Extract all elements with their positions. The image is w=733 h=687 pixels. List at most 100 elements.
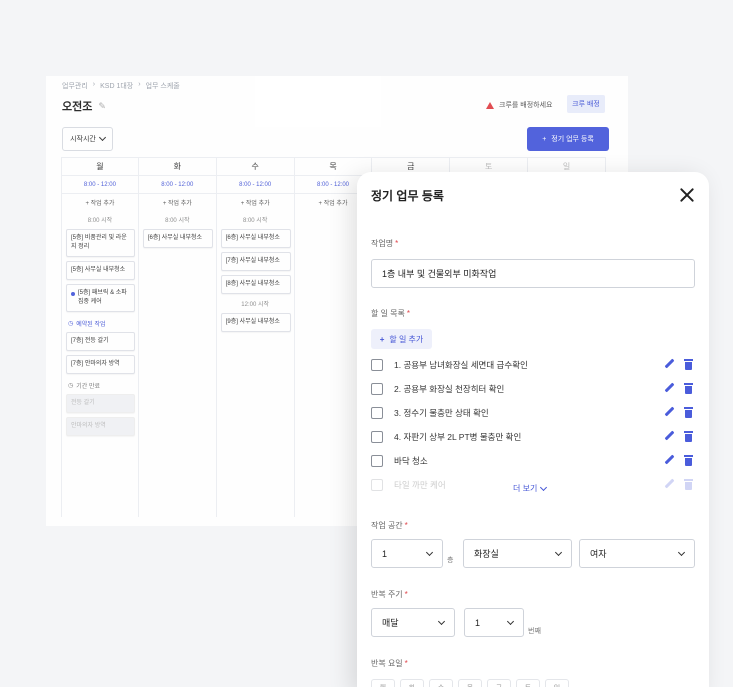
- day-header: 월: [62, 158, 138, 176]
- todo-list-label: 할 일 목록 *: [371, 309, 411, 318]
- repeat-cycle-label: 반복 주기 *: [371, 590, 408, 599]
- todo-checkbox[interactable]: [371, 431, 383, 443]
- time-range[interactable]: 8:00 - 12:00: [138, 176, 216, 194]
- task-card[interactable]: [9층] 사무실 내부청소: [220, 313, 291, 332]
- gender-select[interactable]: 여자: [579, 539, 695, 568]
- repeat-cycle-select[interactable]: 매달: [371, 608, 455, 637]
- edit-icon[interactable]: [663, 407, 674, 418]
- trash-icon[interactable]: [684, 431, 693, 442]
- todo-checkbox[interactable]: [371, 479, 383, 491]
- task-card[interactable]: [5층] 사무실 내부청소: [66, 261, 135, 280]
- day-column-mon: 월 8:00 - 12:00 + 작업 추가 8:00 시작 [5층] 비품관리…: [61, 157, 139, 517]
- breadcrumb-item[interactable]: 업무관리: [62, 81, 88, 91]
- add-todo-label: 할 일 추가: [389, 334, 424, 344]
- edit-icon[interactable]: [663, 383, 674, 394]
- start-time-sublabel: 8:00 시작: [165, 218, 190, 224]
- task-card[interactable]: [7층] 전등 갈기: [66, 332, 135, 351]
- day-chip[interactable]: 금: [487, 679, 511, 687]
- modal-title: 정기 업무 등록: [371, 189, 444, 203]
- expired-task-card[interactable]: 전등 갈기: [66, 394, 135, 413]
- todo-list: 1. 공용부 남녀화장실 세면대 급수확인 2. 공용부 화장실 천장히터 확인…: [371, 353, 699, 497]
- day-chip[interactable]: 토: [516, 679, 540, 687]
- expired-task-card[interactable]: 안마의자 방역: [66, 417, 135, 436]
- close-icon[interactable]: [679, 187, 695, 203]
- floor-unit: 층: [447, 557, 454, 564]
- day-header: 화: [138, 158, 216, 176]
- trash-icon[interactable]: [684, 479, 693, 490]
- day-header: 목: [294, 158, 372, 176]
- plus-icon: +: [379, 334, 385, 344]
- reserved-label-text: 예약된 작업: [76, 322, 106, 328]
- add-task-button[interactable]: + 작업 추가: [139, 194, 216, 214]
- edit-icon[interactable]: [663, 479, 674, 490]
- show-more-label: 더 보기: [513, 484, 538, 493]
- repeat-nth-select[interactable]: 1: [464, 608, 524, 637]
- task-card[interactable]: [7층] 안마의자 방역: [66, 355, 135, 374]
- page-title-text: 오전조: [62, 101, 93, 113]
- start-time-sublabel: 8:00 시작: [87, 218, 113, 224]
- page-title: 오전조 ✎: [62, 98, 106, 114]
- repeat-nth-unit: 번째: [528, 628, 541, 635]
- floor-value: 1: [382, 548, 388, 559]
- todo-text: 2. 공용부 화장실 천장히터 확인: [394, 384, 505, 394]
- add-task-button[interactable]: + 작업 추가: [62, 194, 138, 214]
- room-select[interactable]: 화장실: [463, 539, 572, 568]
- time-range[interactable]: 8:00 - 12:00: [62, 176, 138, 194]
- trash-icon[interactable]: [684, 407, 693, 418]
- trash-icon[interactable]: [684, 383, 693, 394]
- edit-icon[interactable]: [663, 431, 674, 442]
- show-more-link[interactable]: 더 보기: [513, 483, 548, 494]
- edit-pencil-icon[interactable]: ✎: [98, 101, 106, 112]
- todo-checkbox[interactable]: [371, 455, 383, 467]
- day-chip[interactable]: 일: [545, 679, 569, 687]
- todo-checkbox[interactable]: [371, 359, 383, 371]
- room-value: 화장실: [474, 549, 499, 559]
- day-chip[interactable]: 수: [429, 679, 453, 687]
- add-task-button[interactable]: + 작업 추가: [217, 194, 294, 214]
- clock-icon: ◷: [68, 321, 74, 327]
- todo-text: 3. 정수기 물충만 상태 확인: [394, 408, 489, 418]
- todo-item: 1. 공용부 남녀화장실 세면대 급수확인: [371, 353, 699, 377]
- day-column-tue: 화 8:00 - 12:00 + 작업 추가 8:00 시작 [6층] 사무실 …: [138, 157, 217, 517]
- start-time-select[interactable]: 시작시간: [62, 127, 113, 151]
- task-card[interactable]: [5층] 비품관리 및 라운지 정리: [66, 229, 135, 257]
- add-todo-button[interactable]: + 할 일 추가: [371, 329, 432, 349]
- breadcrumb-item[interactable]: KSD 1대장: [100, 81, 133, 91]
- work-space-label: 작업 공간 *: [371, 521, 408, 530]
- todo-checkbox[interactable]: [371, 383, 383, 395]
- task-card[interactable]: [6층] 사무실 내부청소: [142, 229, 213, 248]
- day-header: 수: [216, 158, 294, 176]
- task-card[interactable]: [7층] 사무실 내부청소: [220, 252, 291, 271]
- breadcrumb-item[interactable]: 업무 스케줄: [146, 81, 180, 91]
- time-range[interactable]: 8:00 - 12:00: [216, 176, 294, 194]
- register-task-button[interactable]: + 정기 업무 등록: [527, 127, 609, 151]
- plus-icon: +: [542, 135, 547, 143]
- todo-checkbox[interactable]: [371, 407, 383, 419]
- chevron-down-icon: [506, 617, 515, 625]
- register-task-label: 정기 업무 등록: [551, 136, 594, 143]
- todo-text: 바닥 청소: [394, 456, 428, 466]
- todo-item: 2. 공용부 화장실 천장히터 확인: [371, 377, 699, 401]
- edit-icon[interactable]: [663, 455, 674, 466]
- task-card[interactable]: [8층] 사무실 내부청소: [220, 275, 291, 294]
- work-name-input[interactable]: [371, 259, 695, 288]
- trash-icon[interactable]: [684, 455, 693, 466]
- floor-select[interactable]: 1: [371, 539, 443, 568]
- start-time-sublabel: 8:00 시작: [242, 218, 268, 224]
- day-chip[interactable]: 화: [400, 679, 424, 687]
- chevron-down-icon: [677, 548, 686, 556]
- task-card[interactable]: [6층] 사무실 내부청소: [220, 229, 291, 248]
- chevron-down-icon: [540, 483, 548, 491]
- register-task-modal: 정기 업무 등록 작업명* 할 일 목록* + 할 일 추가 1. 공용부 남녀…: [357, 172, 709, 687]
- day-chip[interactable]: 월: [371, 679, 395, 687]
- crew-alert: 크루를 배정하세요: [486, 100, 552, 110]
- edit-icon[interactable]: [663, 359, 674, 370]
- warning-icon: [486, 101, 494, 109]
- reserved-section-label: ◷ 예약된 작업: [62, 316, 138, 331]
- assign-crew-button[interactable]: 크루 배정: [567, 95, 605, 113]
- task-card[interactable]: [5층] 패브릭 & 소파 집중 케어: [66, 284, 135, 312]
- trash-icon[interactable]: [684, 359, 693, 370]
- day-chip[interactable]: 목: [458, 679, 482, 687]
- chevron-down-icon: [98, 133, 106, 142]
- start-time-label: 시작시간: [70, 136, 96, 143]
